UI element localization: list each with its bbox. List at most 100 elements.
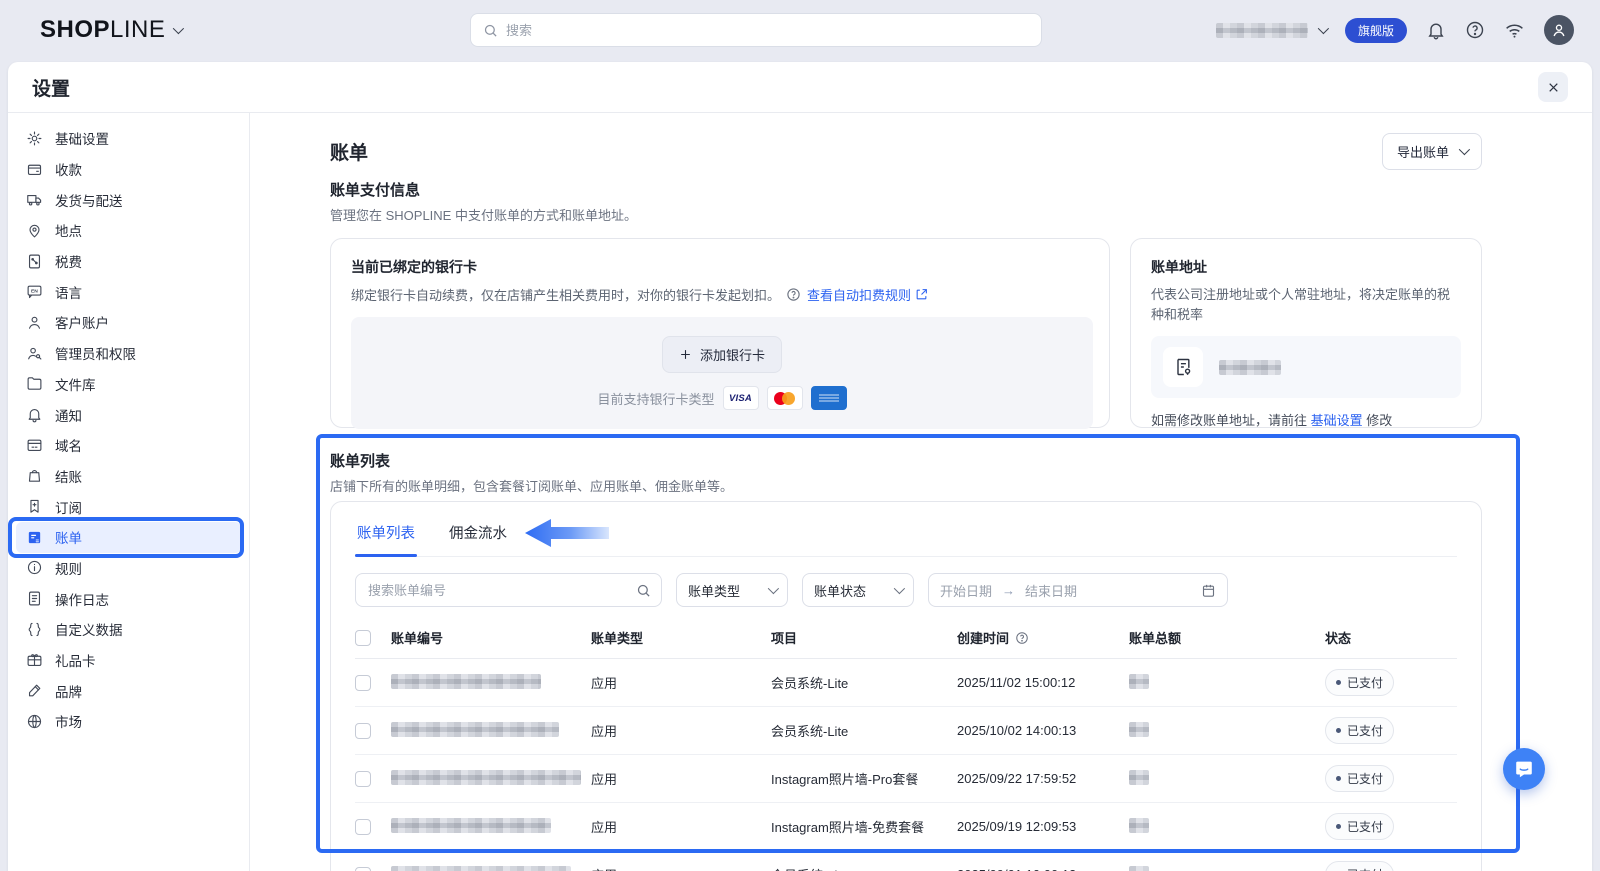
rules-info-icon [26, 559, 43, 576]
global-search-input[interactable] [506, 23, 1029, 38]
sidebar-item-4[interactable]: 税费 [16, 246, 241, 277]
sidebar-item-15[interactable]: 操作日志 [16, 583, 241, 614]
topbar-right: 旗舰版 [1216, 0, 1574, 60]
row-checkbox[interactable] [355, 771, 371, 787]
sidebar-item-label: 管理员和权限 [55, 343, 136, 363]
sidebar-item-9[interactable]: 通知 [16, 399, 241, 430]
bill-item-cell: 会员系统-Lite [771, 721, 957, 740]
sidebar-item-14[interactable]: 规则 [16, 553, 241, 584]
bill-type-cell: 应用 [591, 673, 771, 692]
logo-chevron-down-icon [173, 23, 184, 34]
bill-number-redacted [391, 674, 541, 689]
sidebar-item-12[interactable]: 订阅 [16, 491, 241, 522]
bank-card-title: 当前已绑定的银行卡 [351, 257, 1093, 277]
sidebar-item-7[interactable]: 管理员和权限 [16, 338, 241, 369]
sidebar-item-1[interactable]: 收款 [16, 154, 241, 185]
help-icon[interactable] [1465, 20, 1485, 40]
global-search[interactable] [470, 13, 1042, 47]
sidebar-item-8[interactable]: 文件库 [16, 369, 241, 400]
status-badge: 已支付 [1325, 717, 1394, 744]
export-bills-label: 导出账单 [1397, 142, 1449, 161]
bill-item-cell: 会员系统-Lite [771, 673, 957, 692]
sidebar-item-3[interactable]: 地点 [16, 215, 241, 246]
auto-deduction-rules-link[interactable]: 查看自动扣费规则 [807, 285, 928, 304]
sidebar-item-label: 订阅 [55, 497, 82, 517]
store-switcher[interactable] [1216, 23, 1326, 38]
sidebar-item-label: 语言 [55, 282, 82, 302]
row-checkbox[interactable] [355, 723, 371, 739]
bill-created-cell: 2025/11/02 15:00:12 [957, 675, 1129, 690]
sidebar-item-16[interactable]: 自定义数据 [16, 614, 241, 645]
bill-number-redacted [391, 818, 551, 833]
sidebar-item-10[interactable]: 域名 [16, 430, 241, 461]
network-status-wifi-icon[interactable] [1504, 20, 1525, 41]
notifications-bell-icon[interactable] [1426, 20, 1446, 40]
bank-card-panel: 当前已绑定的银行卡 绑定银行卡自动续费，仅在店铺产生相关费用时，对你的银行卡发起… [330, 238, 1110, 428]
bill-type-filter[interactable]: 账单类型 [676, 573, 788, 607]
bill-number-search-input[interactable] [368, 583, 636, 598]
status-badge: 已支付 [1325, 669, 1394, 696]
shopline-logo[interactable]: SHOPLINE [40, 16, 181, 44]
bill-tabs: 账单列表 佣金流水 [355, 516, 1457, 557]
topbar: SHOPLINE 旗舰版 [0, 0, 1600, 60]
plan-badge[interactable]: 旗舰版 [1345, 18, 1407, 43]
bill-list-section-title: 账单列表 [330, 450, 1482, 471]
bill-amount-redacted [1129, 722, 1149, 737]
help-circle-icon[interactable] [1015, 631, 1029, 645]
date-range-filter[interactable]: 开始日期 → 结束日期 [928, 573, 1228, 607]
billing-page: 账单 导出账单 账单支付信息 管理您在 SHOPLINE 中支付账单的方式和账单… [250, 113, 1592, 871]
external-link-icon [915, 288, 928, 301]
status-dot-icon [1336, 776, 1341, 781]
row-checkbox[interactable] [355, 867, 371, 871]
calendar-icon [1201, 583, 1216, 598]
row-checkbox[interactable] [355, 819, 371, 835]
basic-settings-link[interactable]: 基础设置 [1311, 410, 1363, 429]
tax-receipt-icon [26, 253, 43, 270]
sidebar-item-13-selected[interactable]: 账单 [16, 522, 241, 553]
search-icon [636, 583, 651, 598]
shopline-logo-text: SHOPLINE [40, 16, 165, 44]
row-checkbox[interactable] [355, 675, 371, 691]
chevron-down-icon [768, 583, 779, 594]
export-bills-button[interactable]: 导出账单 [1382, 133, 1482, 170]
plus-icon [679, 348, 692, 361]
sidebar-item-6[interactable]: 客户账户 [16, 307, 241, 338]
bill-item-cell: Instagram照片墙-Pro套餐 [771, 769, 957, 788]
bill-number-search[interactable] [355, 573, 662, 607]
wallet-icon [26, 161, 43, 178]
address-document-icon [1163, 347, 1203, 387]
bill-amount-redacted [1129, 818, 1149, 833]
bill-type-cell: 应用 [591, 721, 771, 740]
user-avatar[interactable] [1544, 15, 1574, 45]
add-bank-card-button[interactable]: 添加银行卡 [662, 336, 782, 373]
payment-section-title: 账单支付信息 [330, 179, 1482, 200]
search-icon [483, 23, 498, 38]
checkout-bag-icon [26, 467, 43, 484]
sidebar-item-17[interactable]: 礼品卡 [16, 645, 241, 676]
sidebar-item-19[interactable]: 市场 [16, 706, 241, 737]
sidebar-item-2[interactable]: 发货与配送 [16, 184, 241, 215]
table-row: 应用会员系统-Lite2025/10/02 14:00:13已支付 [355, 707, 1457, 755]
sidebar-item-18[interactable]: 品牌 [16, 675, 241, 706]
add-bank-card-label: 添加银行卡 [700, 345, 765, 364]
bill-type-cell: 应用 [591, 865, 771, 871]
bill-status-filter[interactable]: 账单状态 [802, 573, 914, 607]
chat-launcher-button[interactable] [1503, 748, 1545, 790]
help-circle-icon[interactable] [786, 287, 801, 302]
annotation-arrow-icon [525, 518, 611, 548]
bill-created-cell: 2025/09/19 12:09:53 [957, 819, 1129, 834]
bell-icon [26, 406, 43, 423]
close-icon[interactable] [1538, 72, 1568, 102]
sidebar-item-5[interactable]: EN语言 [16, 276, 241, 307]
select-all-checkbox[interactable] [355, 630, 371, 646]
tab-bill-list[interactable]: 账单列表 [355, 516, 417, 556]
sidebar-item-11[interactable]: 结账 [16, 461, 241, 492]
custom-data-icon [26, 621, 43, 638]
store-chevron-down-icon [1318, 23, 1329, 34]
tab-commission-flow[interactable]: 佣金流水 [447, 516, 509, 556]
bill-filters: 账单类型 账单状态 开始日期 → 结束日期 [355, 573, 1457, 607]
bills-table: 账单编号 账单类型 项目 创建时间 账单总额 状态 应用会员系统-Lite202… [355, 617, 1457, 871]
status-dot-icon [1336, 680, 1341, 685]
payment-section-description: 管理您在 SHOPLINE 中支付账单的方式和账单地址。 [330, 205, 1482, 224]
sidebar-item-0[interactable]: 基础设置 [16, 123, 241, 154]
